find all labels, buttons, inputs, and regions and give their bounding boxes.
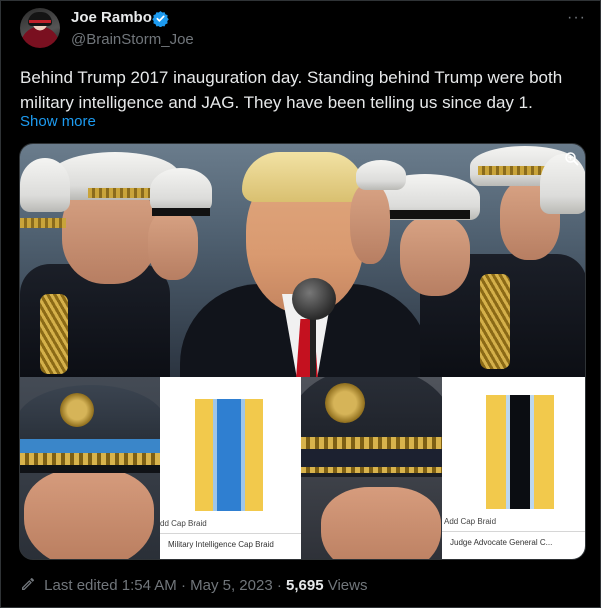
speaker-hair: [242, 152, 364, 202]
edit-pencil-icon: [22, 578, 35, 590]
jag-cap-braid-swatch: Add Cap Braid Judge Advocate General C..…: [442, 377, 585, 559]
show-more-link[interactable]: Show more: [20, 113, 96, 130]
mi-cap-visor: [20, 465, 160, 473]
aiguillette-left: [40, 294, 68, 374]
jag-ribbon-light-right: [530, 395, 534, 509]
mi-cap-closeup: [20, 377, 160, 559]
jag-officer-face: [321, 487, 441, 559]
jag-cap-dark-band: [301, 449, 442, 467]
author-avatar[interactable]: [20, 8, 60, 48]
tweet-text-line-2: military intelligence and JAG. They have…: [20, 93, 533, 112]
aiguillette-right: [480, 274, 510, 369]
more-options-icon[interactable]: ···: [567, 9, 586, 27]
officer-5-face: [350, 184, 390, 264]
officer-5-cap: [356, 160, 406, 190]
tweet-card: Joe Rambo @BrainStorm_Joe ··· Behind Tru…: [0, 0, 601, 608]
views-label: Views: [327, 577, 368, 594]
jag-cap-braid-lower: [301, 467, 442, 473]
tweet-media-image[interactable]: dd Cap Braid Military Intelligence Cap B…: [19, 143, 586, 560]
separator-dot: ·: [180, 577, 186, 594]
mi-ribbon-blue: [217, 399, 241, 511]
jag-ribbon-black: [510, 395, 530, 509]
verified-badge-icon: [152, 11, 169, 27]
far-left-cap: [20, 158, 70, 212]
officer-2-cap: [150, 168, 212, 212]
views-count: 5,695: [286, 577, 324, 594]
mi-cap-blue-band: [20, 439, 160, 453]
tweet-text-line-1: Behind Trump 2017 inauguration day. Stan…: [20, 68, 563, 87]
jag-ribbon-light-left: [506, 395, 510, 509]
author-handle[interactable]: @BrainStorm_Joe: [71, 31, 194, 48]
mi-ribbon-light-right: [241, 399, 245, 511]
mi-cap-braid-swatch: dd Cap Braid Military Intelligence Cap B…: [160, 377, 301, 559]
far-left-cap-braid: [20, 218, 66, 228]
mi-ribbon-light-left: [213, 399, 217, 511]
eagle-insignia-icon: [60, 393, 94, 427]
officer-3-cap-band: [382, 210, 470, 219]
officer-3-face: [400, 216, 470, 296]
tweet-text: Behind Trump 2017 inauguration day. Stan…: [20, 65, 590, 115]
mi-caption: Military Intelligence Cap Braid: [160, 533, 301, 555]
mi-cap-braid: [20, 453, 160, 465]
mi-officer-face: [24, 469, 154, 559]
microphone-icon: [292, 278, 336, 320]
avatar-headband: [29, 20, 51, 23]
post-date[interactable]: May 5, 2023: [190, 577, 273, 594]
tweet-metadata: Last edited 1:54 AM · May 5, 2023 · 5,69…: [20, 576, 367, 594]
officer-2-face: [148, 210, 198, 280]
author-display-name[interactable]: Joe Rambo: [71, 9, 152, 26]
avatar-hair: [28, 12, 52, 26]
mi-add-cap-braid-label: dd Cap Braid: [160, 519, 207, 528]
inauguration-photo: [20, 144, 585, 384]
microphone-stand: [310, 314, 316, 377]
jag-add-cap-braid-label: Add Cap Braid: [444, 517, 497, 526]
last-edited-link[interactable]: Last edited 1:54 AM: [44, 577, 177, 594]
jag-eagle-insignia-icon: [325, 383, 365, 423]
mi-ribbon: [195, 399, 263, 511]
jag-cap-braid-upper: [301, 437, 442, 449]
zoom-in-icon[interactable]: [563, 150, 581, 168]
jag-ribbon: [486, 395, 554, 509]
jag-caption: Judge Advocate General C...: [442, 531, 585, 553]
separator-dot: ·: [276, 577, 282, 594]
officer-2-cap-band: [152, 208, 210, 216]
jag-cap-closeup: [301, 377, 442, 559]
